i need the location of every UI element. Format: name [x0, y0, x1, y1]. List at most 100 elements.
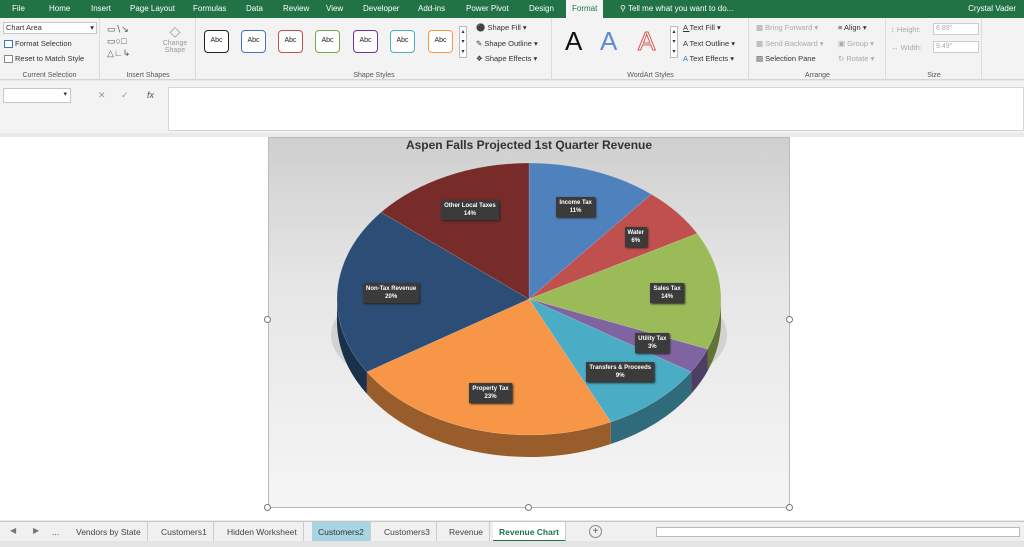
- tab-data[interactable]: Data: [246, 0, 263, 18]
- text-outline-button[interactable]: A Text Outline ▾: [683, 39, 735, 48]
- rotate-button[interactable]: ↻ Rotate ▾: [838, 54, 874, 63]
- shape-fill-button[interactable]: ⚫ Shape Fill ▾: [476, 23, 527, 32]
- shape-style-swatch[interactable]: Abc: [428, 30, 453, 53]
- send-backward-icon: ▩: [756, 39, 766, 48]
- tab-add-ins[interactable]: Add-ins: [418, 0, 445, 18]
- align-button[interactable]: ≡ Align ▾: [838, 23, 867, 32]
- group-label: Insert Shapes: [126, 72, 170, 79]
- group-insert-shapes: ▭∖↘ ▭○□ △∟↳ ◇ Change Shape Insert Shapes: [101, 18, 196, 80]
- reset-icon: [4, 55, 13, 64]
- tab-review[interactable]: Review: [283, 0, 309, 18]
- send-backward-button[interactable]: ▩ Send Backward ▾: [756, 39, 824, 48]
- data-label-other-local-taxes[interactable]: Other Local Taxes 14%: [441, 200, 499, 221]
- chevron-down-icon: ▾: [63, 91, 67, 98]
- bring-forward-icon: ▩: [756, 23, 766, 32]
- resize-handle-right[interactable]: [786, 316, 793, 323]
- shape-style-swatch[interactable]: Abc: [278, 30, 303, 53]
- format-selection-button[interactable]: Format Selection: [4, 39, 72, 49]
- data-label-category: Other Local Taxes: [444, 203, 496, 210]
- group-label: Shape Styles: [353, 72, 395, 79]
- reset-to-match-style-button[interactable]: Reset to Match Style: [4, 54, 84, 64]
- text-fill-button[interactable]: A Text Fill ▾: [683, 23, 721, 32]
- sheet-tab[interactable]: Hidden Worksheet: [221, 522, 304, 542]
- wordart-style-outline[interactable]: A: [637, 26, 655, 57]
- data-label-category: Income Tax: [559, 199, 592, 206]
- data-label-category: Water: [627, 229, 644, 236]
- tab-home[interactable]: Home: [49, 0, 70, 18]
- tell-me-box[interactable]: ⚲ Tell me what you want to do...: [620, 0, 733, 18]
- shape-style-swatch[interactable]: Abc: [204, 30, 229, 53]
- wordart-style-plain[interactable]: A: [565, 26, 582, 57]
- data-label-property-tax[interactable]: Property Tax 23%: [469, 383, 512, 404]
- scroll-right-icon[interactable]: ▶: [33, 526, 39, 535]
- data-label-value: 6%: [631, 237, 641, 244]
- wordart-scroll[interactable]: ▴ ▾ ▾: [670, 26, 678, 58]
- width-icon: ↔: [891, 43, 901, 52]
- lightbulb-icon: ⚲: [620, 4, 628, 13]
- group-label: Arrange: [805, 72, 830, 79]
- group-button[interactable]: ▣ Group ▾: [838, 39, 874, 48]
- shape-outline-button[interactable]: ✎ Shape Outline ▾: [476, 39, 538, 48]
- enter-icon[interactable]: ✓: [121, 90, 129, 101]
- sheet-tab[interactable]: Vendors by State: [70, 522, 148, 542]
- sheet-tab[interactable]: Revenue: [443, 522, 491, 542]
- more-sheets-button[interactable]: ...: [46, 522, 65, 542]
- function-icon[interactable]: fx: [147, 90, 154, 100]
- text-effects-button[interactable]: A Text Effects ▾: [683, 54, 734, 63]
- shape-style-swatch[interactable]: Abc: [353, 30, 378, 53]
- shape-style-swatch[interactable]: Abc: [241, 30, 266, 53]
- height-input[interactable]: 6.89": [933, 23, 979, 35]
- tab-power-pivot[interactable]: Power Pivot: [466, 0, 509, 18]
- data-label-utility-tax[interactable]: Utility Tax 3%: [635, 333, 670, 354]
- resize-handle-bottom-left[interactable]: [264, 504, 271, 511]
- formula-input[interactable]: [168, 87, 1024, 131]
- data-label-non-tax-revenue[interactable]: Non-Tax Revenue 20%: [363, 282, 420, 303]
- shape-style-swatch[interactable]: Abc: [315, 30, 340, 53]
- sheet-tab-selected[interactable]: Customers2: [312, 522, 371, 542]
- resize-handle-left[interactable]: [264, 316, 271, 323]
- pie-chart: [331, 162, 727, 458]
- change-shape-icon: ◇: [169, 23, 181, 39]
- resize-handle-bottom-right[interactable]: [786, 504, 793, 511]
- shape-style-swatch[interactable]: Abc: [390, 30, 415, 53]
- shape-effects-button[interactable]: ❖ Shape Effects ▾: [476, 54, 537, 63]
- width-input[interactable]: 9.49": [933, 41, 979, 53]
- sheet-tab[interactable]: Customers1: [155, 522, 214, 542]
- ribbon: Chart Area ▾ Format Selection Reset to Ma…: [0, 18, 1024, 80]
- shapes-gallery[interactable]: ▭∖↘ ▭○□ △∟↳: [107, 23, 151, 63]
- tab-file[interactable]: File: [12, 0, 25, 18]
- change-shape-button[interactable]: ◇ Change Shape: [161, 23, 189, 63]
- selection-pane-button[interactable]: ▤ Selection Pane: [756, 54, 816, 63]
- tab-design[interactable]: Design: [529, 0, 554, 18]
- data-label-sales-tax[interactable]: Sales Tax 14%: [650, 282, 684, 303]
- tab-formulas[interactable]: Formulas: [193, 0, 226, 18]
- horizontal-scrollbar[interactable]: [656, 527, 1020, 537]
- name-box[interactable]: ▾: [3, 88, 71, 103]
- bring-forward-button[interactable]: ▩ Bring Forward ▾: [756, 23, 818, 32]
- tab-developer[interactable]: Developer: [363, 0, 399, 18]
- add-sheet-button[interactable]: +: [589, 525, 602, 538]
- data-label-category: Sales Tax: [653, 285, 681, 292]
- effects-icon: ❖: [476, 54, 485, 63]
- wordart-style-blue[interactable]: A: [600, 26, 617, 57]
- shape-styles-scroll[interactable]: ▴ ▾ ▾: [459, 26, 467, 58]
- tab-view[interactable]: View: [326, 0, 343, 18]
- formula-bar: ▾ ✕ ✓ fx: [0, 81, 1024, 133]
- data-label-value: 3%: [647, 344, 657, 351]
- sheet-tab[interactable]: Customers3: [378, 522, 437, 542]
- resize-handle-bottom[interactable]: [525, 504, 532, 511]
- cancel-icon[interactable]: ✕: [98, 90, 106, 101]
- user-name[interactable]: Crystal Vader: [968, 0, 1016, 18]
- tab-format[interactable]: Format: [566, 0, 604, 18]
- tab-insert[interactable]: Insert: [91, 0, 111, 18]
- sheet-tab-active[interactable]: Revenue Chart: [493, 522, 566, 542]
- data-label-water[interactable]: Water 6%: [624, 226, 647, 247]
- group-current-selection: Chart Area ▾ Format Selection Reset to Ma…: [0, 18, 100, 80]
- data-label-value: 9%: [615, 373, 625, 380]
- data-label-transfers-proceeds[interactable]: Transfers & Proceeds 9%: [586, 362, 655, 383]
- chart-element-dropdown[interactable]: Chart Area ▾: [3, 22, 97, 34]
- data-label-income-tax[interactable]: Income Tax 11%: [556, 196, 595, 217]
- group-wordart-styles: A A A ▴ ▾ ▾ A Text Fill ▾ A Text Outline ▾…: [553, 18, 749, 80]
- scroll-left-icon[interactable]: ◀: [10, 526, 16, 535]
- tab-page-layout[interactable]: Page Layout: [130, 0, 175, 18]
